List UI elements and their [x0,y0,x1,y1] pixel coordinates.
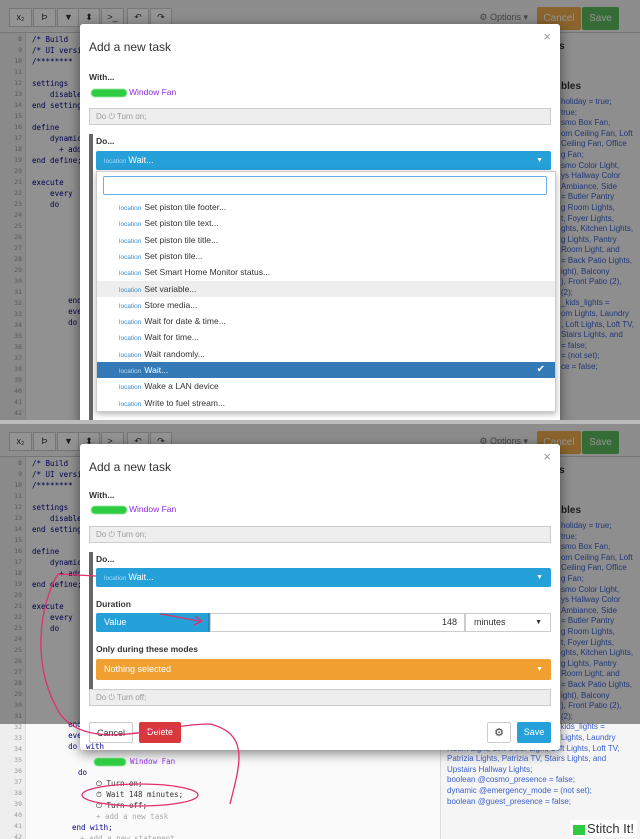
annotation-circle [81,783,199,807]
item-label: Write to fuel stream... [144,397,226,408]
turn-on-task[interactable]: Do ⏻ Turn on; [89,108,551,125]
command-dropdown[interactable]: location Set piston tile footer... locatio… [96,171,556,412]
annotation-overlay [40,573,240,807]
item-label: Wait randomly... [144,348,205,359]
item-scope-label: location [119,205,142,212]
item-label: Set piston tile... [144,250,203,261]
item-scope-label: location [119,351,142,359]
dropdown-item[interactable]: location Write to fuel stream... [97,395,555,411]
dropdown-item[interactable]: location Wait for time... [97,329,555,345]
checkmark-icon: ✔ [536,364,545,375]
command-select[interactable]: location Wait... ▼ [96,151,551,170]
item-label: Set piston tile text... [144,218,219,229]
dropdown-item[interactable]: location Set piston tile... [97,248,555,264]
item-scope-label: location [119,335,142,343]
annotation-arrow [159,613,201,622]
screenshot-top: x₂ Þ ▼ ⬍ >_ ↶ ↷ ⚙ Options ▾ Cancel Save … [0,0,640,420]
dropdown-item[interactable]: location Set piston tile text... [97,215,555,231]
dropdown-item[interactable]: location Store media... [97,297,555,313]
dropdown-item[interactable]: location Set Smart Home Monitor status... [97,264,555,280]
item-label: Set Smart Home Monitor status... [144,267,271,278]
item-scope-label: location [119,302,142,310]
item-label: Set piston tile footer... [144,202,227,212]
redacted-mark [91,88,127,97]
item-label: Set variable... [144,283,197,294]
item-scope-label: location [119,237,142,245]
item-scope-label: location [119,286,142,294]
do-label: Do... [96,136,115,146]
item-scope-label: location [119,253,142,261]
close-icon[interactable]: × [543,29,551,44]
dropdown-item[interactable]: location Wait for date & time... [97,313,555,329]
dropdown-item[interactable]: location Wait randomly... [97,346,555,362]
item-scope-label: location [119,400,142,408]
item-scope-label: location [119,384,142,392]
item-label: Store media... [144,299,198,310]
dropdown-item[interactable]: location Set variable... [97,280,555,297]
modal-title: Add a new task [89,40,172,54]
item-scope-label: location [119,319,142,327]
annotation-stroke [40,573,240,805]
with-label: With... [89,72,115,82]
dropdown-item[interactable]: location Set piston tile footer... [97,199,555,215]
dropdown-item[interactable]: location Set piston tile title... [97,232,555,248]
item-label: Set piston tile title... [144,234,219,245]
item-scope-label: location [119,368,142,375]
item-scope-label: location [119,270,142,278]
caret-down-icon: ▼ [536,157,543,164]
device-name: Window Fan [91,87,176,97]
dropdown-item[interactable]: location Wake a LAN device [97,378,555,394]
item-scope-label: location [119,221,142,229]
dropdown-search-input[interactable] [103,176,547,195]
item-label: Wait for date & time... [144,316,226,327]
watermark-logo [573,824,586,835]
annotation-stroke [57,573,97,577]
dropdown-item[interactable]: location Wait... ✔ [97,362,555,378]
watermark: Stitch It! [570,820,637,837]
screenshot-bottom: x₂ Þ ▼ ⬍ >_ ↶ ↷ ⚙ Options ▾ Cancel Save … [0,424,640,839]
item-label: Wake a LAN device [144,381,219,392]
item-label: Wait... [144,365,169,375]
item-label: Wait for time... [144,332,199,343]
